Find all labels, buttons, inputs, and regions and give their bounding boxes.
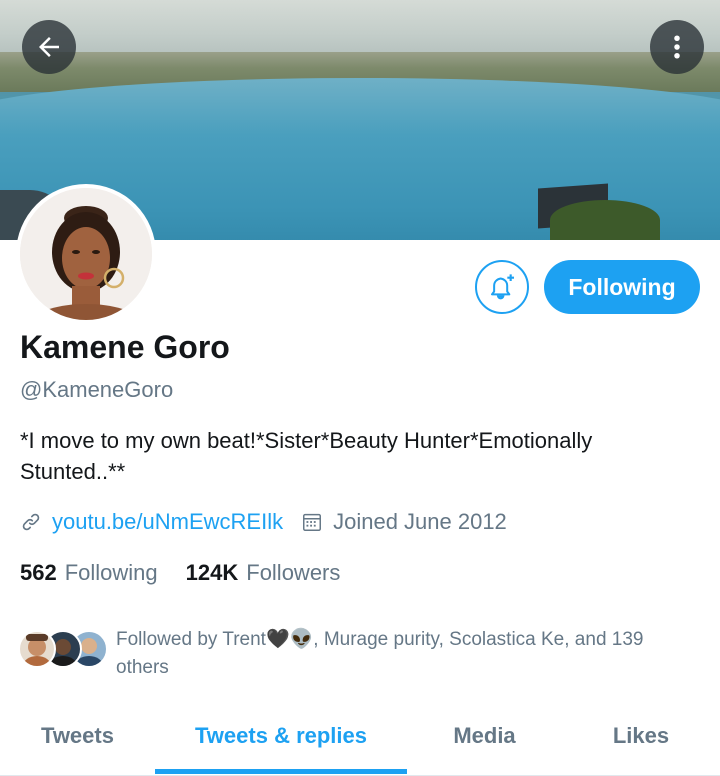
joined-date: Joined June 2012 <box>333 509 507 534</box>
tab-tweets[interactable]: Tweets <box>0 700 155 772</box>
profile-name: Kamene Goro <box>20 329 230 365</box>
profile-link[interactable]: youtu.be/uNmEwcREIlk <box>52 509 283 535</box>
profile-tabs: Tweets Tweets & replies Media Likes <box>0 700 720 776</box>
mutual-follower-avatars <box>18 626 110 668</box>
more-options-button[interactable] <box>650 20 704 74</box>
profile-handle: @KameneGoro <box>20 377 174 402</box>
tab-tweets-and-replies[interactable]: Tweets & replies <box>155 700 407 772</box>
back-button[interactable] <box>22 20 76 74</box>
profile-stats: 562 Following 124K Followers <box>20 560 340 586</box>
profile-bio: *I move to my own beat!*Sister*Beauty Hu… <box>20 428 593 484</box>
calendar-icon <box>303 513 322 531</box>
tab-likes[interactable]: Likes <box>562 700 720 772</box>
avatar-portrait <box>20 188 152 320</box>
arrow-left-icon <box>39 37 59 57</box>
link-icon <box>22 513 40 531</box>
followed-by-row[interactable]: Followed by Trent🖤👽, Murage purity, Scol… <box>18 626 701 682</box>
followers-count: 124K <box>185 560 239 585</box>
following-label: Following <box>64 560 158 585</box>
avatar-image <box>20 188 152 320</box>
notifications-toggle-button[interactable] <box>475 260 529 314</box>
tab-media[interactable]: Media <box>407 700 562 772</box>
banner-plant <box>550 200 660 240</box>
banner-sky <box>0 0 720 58</box>
profile-avatar[interactable] <box>16 184 156 324</box>
following-stat[interactable]: 562 Following <box>20 560 158 586</box>
following-button[interactable]: Following <box>544 260 700 314</box>
profile-meta: youtu.be/uNmEwcREIlk Joined June 2012 <box>20 507 507 537</box>
followers-label: Followers <box>246 560 341 585</box>
followers-stat[interactable]: 124K Followers <box>186 560 341 586</box>
following-count: 562 <box>20 560 57 585</box>
more-vertical-icon <box>674 35 680 59</box>
active-tab-indicator <box>155 769 407 774</box>
bell-plus-icon <box>491 274 514 300</box>
followed-by-text: Followed by Trent🖤👽, Murage purity, Scol… <box>116 629 644 678</box>
mutual-avatar <box>18 630 56 668</box>
